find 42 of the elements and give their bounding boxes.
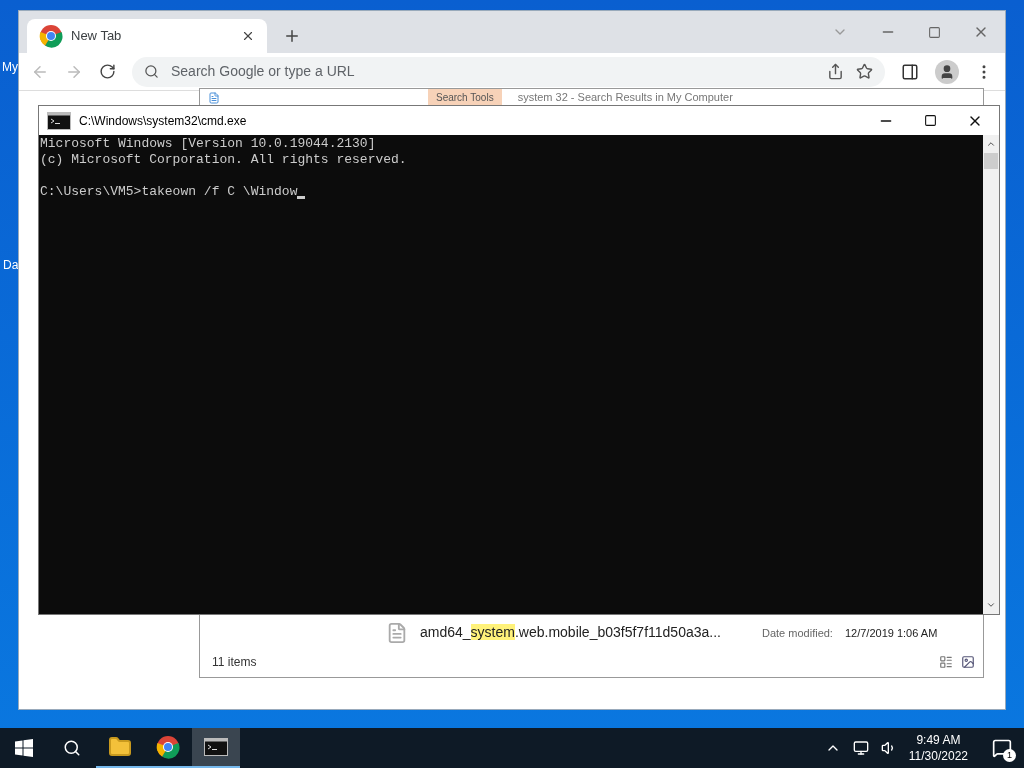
scroll-thumb[interactable]	[984, 153, 998, 169]
date-value: 12/7/2019 1:06 AM	[844, 626, 938, 641]
profile-avatar[interactable]	[935, 59, 959, 84]
console-line: C:\Users\VM5>takeown /f C \Window	[40, 184, 298, 200]
maximize-icon[interactable]	[924, 114, 937, 127]
notification-button[interactable]: 1	[980, 728, 1024, 768]
text-cursor	[297, 196, 306, 199]
scroll-down-icon[interactable]	[986, 600, 996, 610]
address-input[interactable]: Search Google or type a URL	[171, 61, 815, 82]
console-output[interactable]: Microsoft Windows [Version 10.0.19044.2130] (c) Microsoft Corporation. All rights reserved. C:\Users\VM5>takeown /f C \Window	[39, 135, 983, 614]
address-field[interactable]: Search Google or type a URL	[132, 56, 885, 87]
window-title: C:\Windows\system32\cmd.exe	[79, 112, 247, 130]
search-icon	[144, 64, 159, 79]
details-view-icon[interactable]	[939, 655, 953, 669]
reload-icon[interactable]	[99, 63, 116, 80]
console-line: (c) Microsoft Corporation. All rights reserved.	[40, 152, 407, 168]
date-label: Date modified:	[762, 626, 833, 641]
chrome-logo-icon	[156, 735, 180, 759]
desktop-icon-label[interactable]: My	[2, 58, 18, 76]
console-icon	[204, 738, 228, 756]
folder-icon	[108, 735, 132, 759]
large-icons-view-icon[interactable]	[961, 655, 975, 669]
browser-tab[interactable]: New Tab	[27, 19, 267, 53]
close-icon[interactable]	[241, 29, 255, 43]
scroll-up-icon[interactable]	[986, 139, 996, 149]
taskbar-app[interactable]	[192, 728, 240, 768]
search-icon	[63, 739, 81, 757]
side-panel-icon[interactable]	[901, 62, 919, 81]
item-count: 11 items	[212, 654, 257, 671]
windows-logo-icon	[15, 739, 33, 757]
clock[interactable]: 9:49 AM 11/30/2022	[908, 732, 968, 764]
chrome-logo-icon	[39, 24, 63, 48]
new-tab-icon[interactable]	[283, 27, 301, 45]
share-icon[interactable]	[827, 63, 844, 80]
desktop-icon-label[interactable]: Da	[3, 256, 19, 274]
console-line: Microsoft Windows [Version 10.0.19044.2130]	[40, 136, 376, 152]
bookmark-star-icon[interactable]	[856, 63, 873, 80]
notification-count: 1	[1003, 749, 1016, 762]
file-icon	[386, 622, 408, 644]
console-icon	[47, 111, 71, 130]
scrollbar[interactable]	[983, 135, 999, 614]
window-title: system 32 - Search Results in My Computer	[517, 90, 733, 105]
